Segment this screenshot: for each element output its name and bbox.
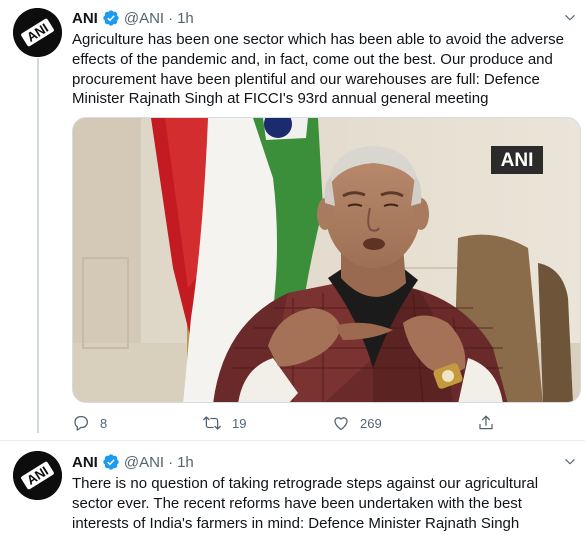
ani-logo-icon: ANI xyxy=(13,451,62,500)
avatar[interactable]: ANI xyxy=(13,8,62,57)
share-icon xyxy=(479,415,493,430)
tweet-actions: 8 19 269 xyxy=(72,412,502,434)
timestamp[interactable]: 1h xyxy=(177,454,194,471)
tweet-feed: ANI ANI @ANI · 1h Agriculture has been o… xyxy=(0,0,585,535)
tweet-text: There is no question of taking retrograd… xyxy=(72,475,539,532)
tweet-header: ANI @ANI · 1h xyxy=(72,8,194,28)
tweet-text: Agriculture has been one sector which ha… xyxy=(72,31,564,108)
share-button[interactable] xyxy=(477,414,495,432)
tweet[interactable]: ANI ANI @ANI · 1h There is no question o… xyxy=(0,442,585,535)
heart-icon xyxy=(334,417,348,431)
display-name[interactable]: ANI xyxy=(72,454,98,471)
like-button[interactable]: 269 xyxy=(332,414,477,432)
separator-dot: · xyxy=(168,9,174,27)
reply-icon xyxy=(74,415,89,431)
tweet[interactable]: ANI ANI @ANI · 1h Agriculture has been o… xyxy=(0,0,585,441)
chevron-down-icon[interactable] xyxy=(561,453,579,471)
tweet-header: ANI @ANI · 1h xyxy=(72,452,194,472)
user-handle[interactable]: @ANI xyxy=(124,10,164,27)
retweet-count: 19 xyxy=(232,415,247,431)
tweet-video-thumbnail[interactable]: ANI xyxy=(72,117,581,403)
separator-dot: · xyxy=(168,453,174,471)
display-name[interactable]: ANI xyxy=(72,10,98,27)
user-handle[interactable]: @ANI xyxy=(124,454,164,471)
reply-count: 8 xyxy=(100,415,108,431)
verified-badge-icon xyxy=(102,9,120,27)
like-count: 269 xyxy=(360,415,382,431)
verified-badge-icon xyxy=(102,453,120,471)
chevron-down-icon[interactable] xyxy=(561,9,579,27)
ani-logo-icon: ANI xyxy=(13,8,62,57)
retweet-icon xyxy=(203,416,221,430)
retweet-button[interactable]: 19 xyxy=(202,414,332,432)
reply-button[interactable]: 8 xyxy=(72,414,202,432)
video-frame-image: ANI xyxy=(73,118,580,402)
ani-watermark: ANI xyxy=(501,150,534,171)
timestamp[interactable]: 1h xyxy=(177,10,194,27)
avatar[interactable]: ANI xyxy=(13,451,62,500)
